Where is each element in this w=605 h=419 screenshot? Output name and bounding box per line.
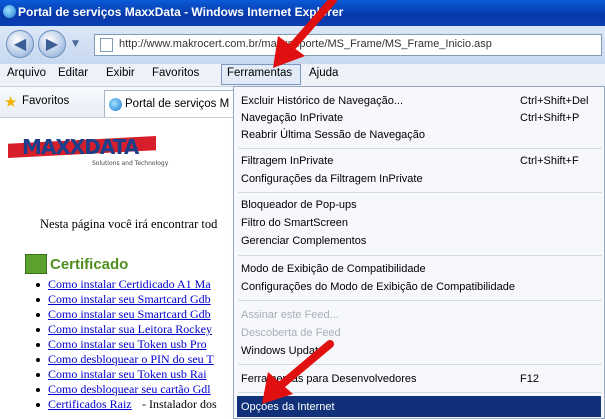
annotation-arrows — [262, 0, 337, 404]
arrow-to-opcoes-internet — [262, 340, 334, 404]
arrow-to-ferramentas — [273, 0, 337, 68]
